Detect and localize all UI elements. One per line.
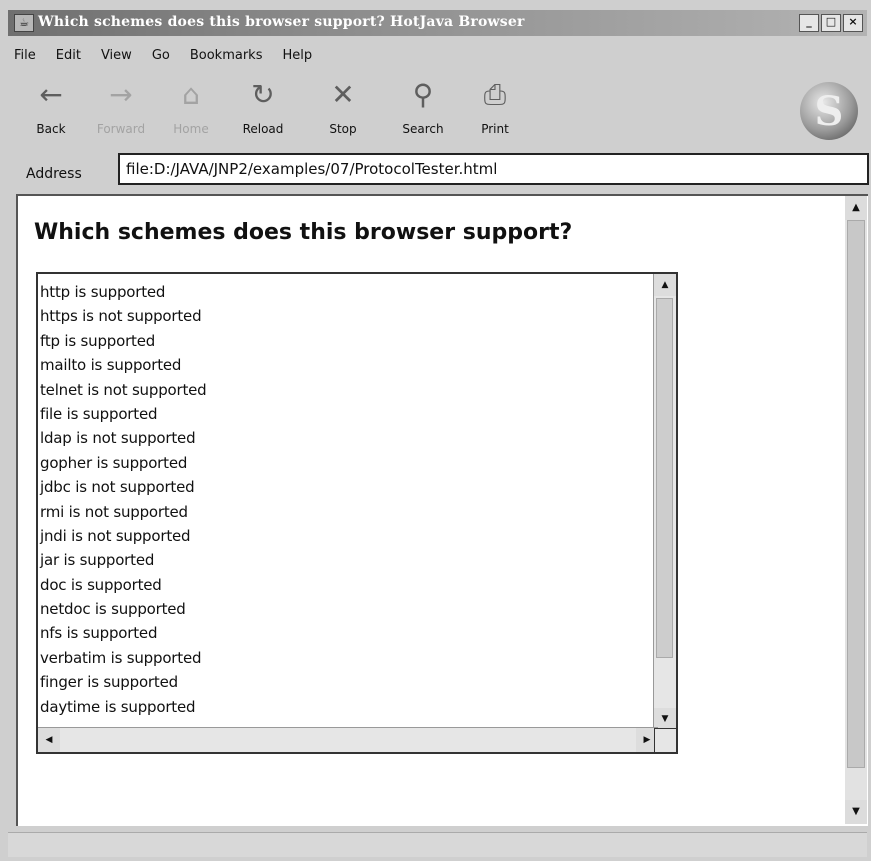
window-title: Which schemes does this browser support?… (38, 14, 525, 30)
print-icon: ⎙ (483, 78, 507, 111)
scroll-up-arrow-icon[interactable]: ▲ (654, 274, 676, 296)
reload-button[interactable]: ↻ Reload (228, 76, 298, 144)
result-line: verbatim is supported (40, 648, 202, 667)
result-line: mailto is supported (40, 356, 182, 375)
results-textarea[interactable]: http is supported https is not supported… (36, 272, 678, 754)
page-viewport: Which schemes does this browser support?… (16, 194, 868, 826)
page-vertical-scrollbar[interactable]: ▲ ▼ (845, 196, 867, 824)
home-label: Home (173, 122, 209, 136)
reload-icon: ↻ (251, 78, 275, 111)
page-scroll-down-arrow-icon[interactable]: ▼ (845, 800, 867, 824)
result-line: ldap is not supported (40, 429, 196, 448)
stop-button[interactable]: ✕ Stop (308, 76, 378, 144)
search-icon: ⚲ (412, 78, 434, 111)
title-bar[interactable]: ☕ Which schemes does this browser suppor… (8, 10, 867, 36)
menu-bar: File Edit View Go Bookmarks Help (14, 48, 312, 63)
home-icon: ⌂ (182, 78, 200, 111)
menu-help[interactable]: Help (282, 48, 312, 63)
forward-label: Forward (96, 122, 146, 136)
app-icon[interactable]: ☕ (14, 14, 34, 32)
back-arrow-icon: ← (39, 78, 63, 111)
stop-label: Stop (329, 122, 357, 136)
browser-window: ☕ Which schemes does this browser suppor… (0, 0, 871, 861)
textarea-scroll-thumb[interactable] (656, 298, 673, 658)
forward-button[interactable]: → Forward (86, 76, 156, 144)
print-label: Print (481, 122, 509, 136)
result-line: jndi is not supported (40, 526, 191, 545)
result-line: finger is supported (40, 673, 178, 692)
result-line: http is supported (40, 283, 166, 301)
close-button[interactable]: × (843, 14, 863, 32)
menu-bookmarks[interactable]: Bookmarks (190, 48, 263, 63)
result-line: nfs is supported (40, 624, 158, 643)
reload-label: Reload (242, 122, 284, 136)
result-line: ftp is supported (40, 331, 156, 350)
result-line: jdbc is not supported (40, 478, 195, 497)
address-input[interactable] (118, 153, 869, 185)
search-label: Search (402, 122, 444, 136)
print-button[interactable]: ⎙ Print (460, 76, 530, 144)
logo-letter: S (814, 88, 844, 135)
forward-arrow-icon: → (109, 78, 133, 111)
page-heading: Which schemes does this browser support? (34, 220, 573, 245)
textarea-resize-corner[interactable] (654, 728, 676, 752)
menu-file[interactable]: File (14, 48, 36, 63)
result-line: rmi is not supported (40, 502, 188, 521)
result-line: gopher is supported (40, 453, 188, 472)
menu-edit[interactable]: Edit (56, 48, 81, 63)
menu-view[interactable]: View (101, 48, 132, 63)
back-label: Back (36, 122, 66, 136)
status-bar (8, 832, 867, 857)
textarea-horizontal-scrollbar[interactable]: ◀ ▶ (38, 727, 658, 752)
result-line: doc is supported (40, 575, 162, 594)
minimize-button[interactable]: _ (799, 14, 819, 32)
page-scroll-thumb[interactable] (847, 220, 865, 768)
stop-icon: ✕ (331, 78, 355, 111)
result-line: telnet is not supported (40, 380, 207, 399)
back-button[interactable]: ← Back (16, 76, 86, 144)
home-button[interactable]: ⌂ Home (156, 76, 226, 144)
page-scroll-up-arrow-icon[interactable]: ▲ (845, 196, 867, 220)
browser-logo-icon: S (800, 82, 858, 140)
menu-go[interactable]: Go (152, 48, 170, 63)
result-line: netdoc is supported (40, 600, 186, 619)
result-line: https is not supported (40, 307, 202, 326)
result-line: daytime is supported (40, 697, 196, 716)
scroll-left-arrow-icon[interactable]: ◀ (38, 728, 60, 752)
search-button[interactable]: ⚲ Search (388, 76, 458, 144)
result-line: jar is supported (40, 551, 155, 570)
maximize-button[interactable]: □ (821, 14, 841, 32)
address-label: Address (26, 166, 82, 182)
navigation-toolbar: ← Back → Forward ⌂ Home ↻ Reload ✕ Stop … (14, 76, 534, 146)
result-line: file is supported (40, 404, 158, 423)
textarea-vertical-scrollbar[interactable]: ▲ ▼ (653, 274, 676, 730)
results-list: http is supported https is not supported… (40, 280, 207, 719)
window-controls: _ □ × (799, 14, 863, 32)
